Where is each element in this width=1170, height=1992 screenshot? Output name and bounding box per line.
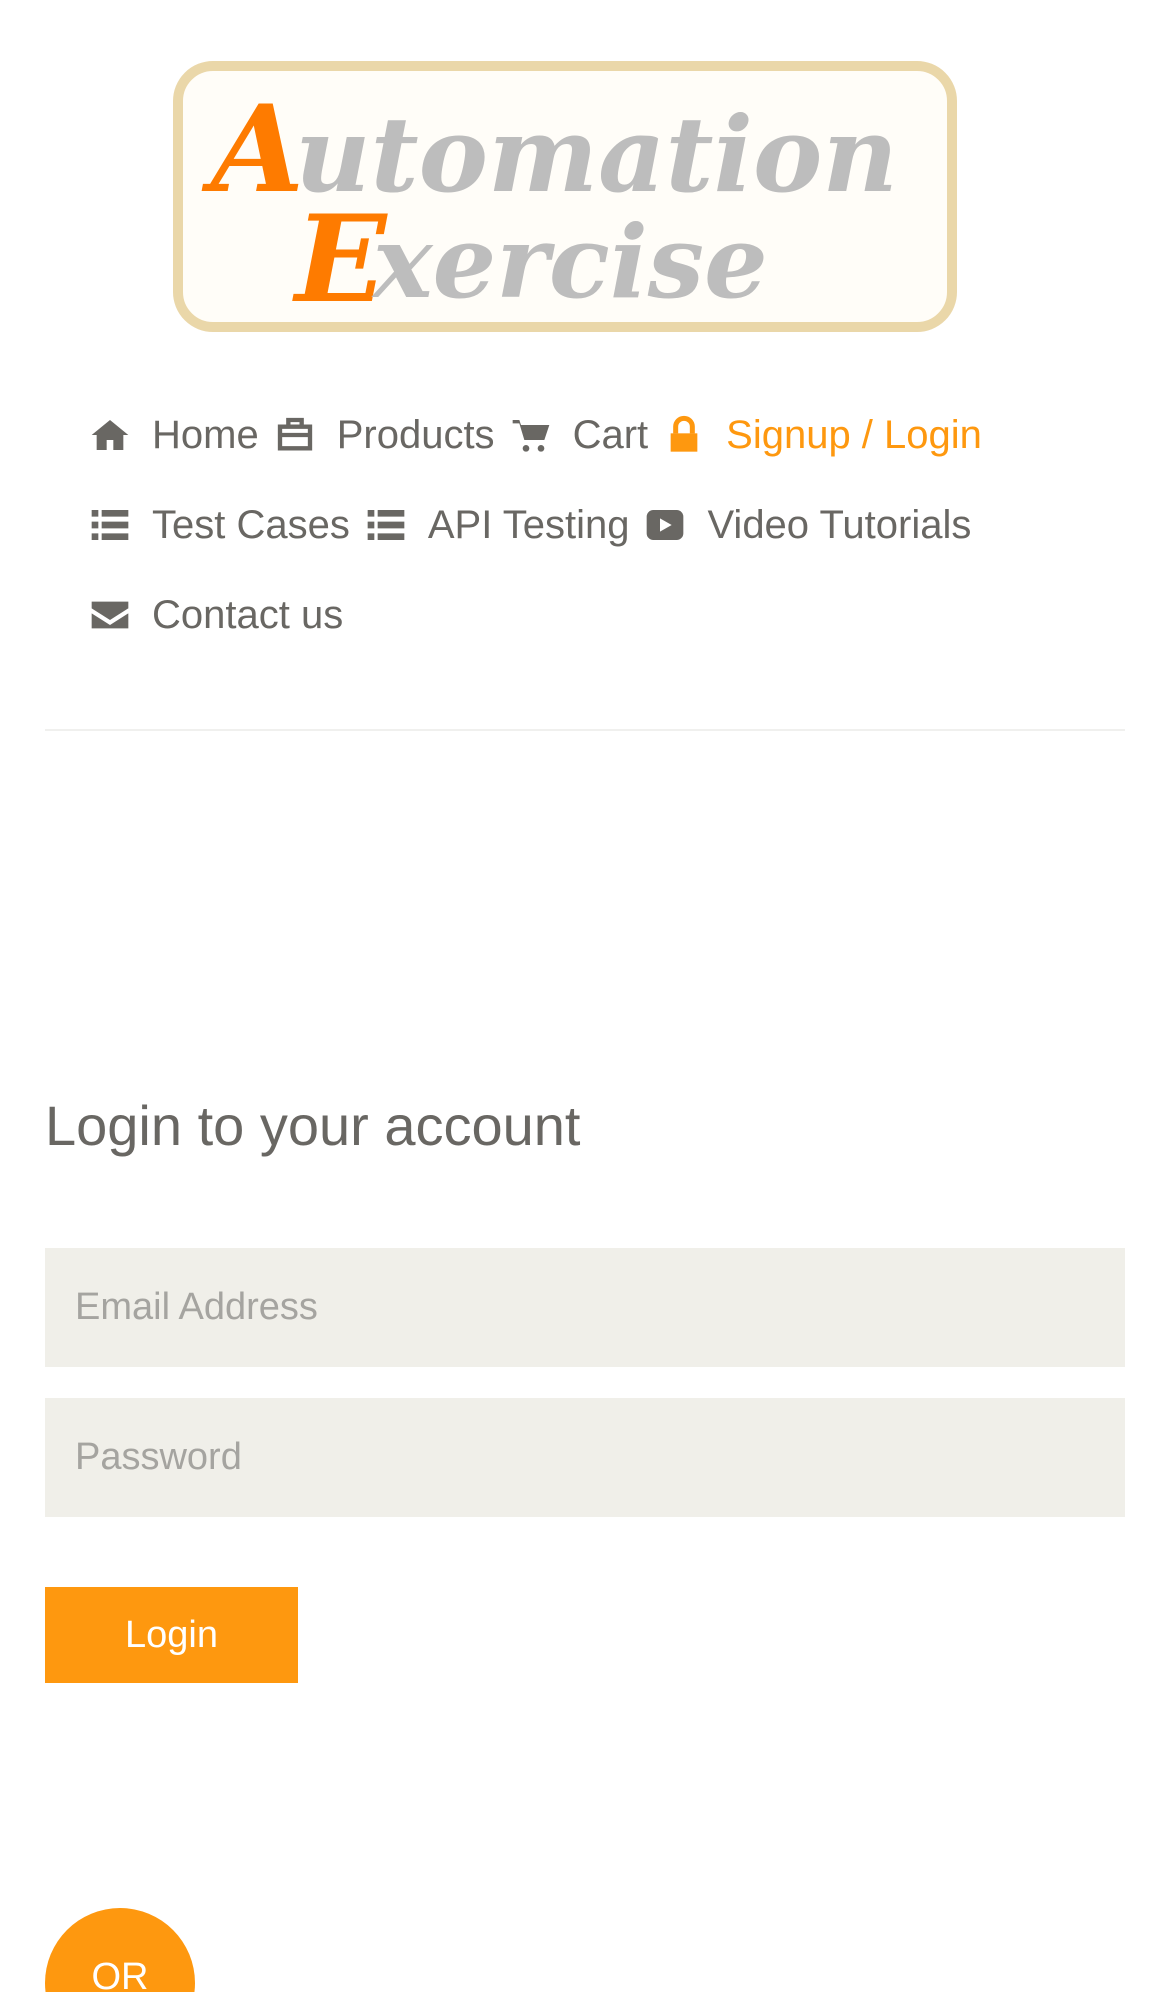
or-divider-badge: OR xyxy=(45,1908,195,1992)
lock-icon xyxy=(662,413,706,457)
nav-item-cart[interactable]: Cart xyxy=(509,412,649,458)
nav-item-label: Home xyxy=(152,412,259,457)
nav-item-label: Products xyxy=(336,412,495,457)
nav-item-label: Video Tutorials xyxy=(707,502,972,547)
login-title: Login to your account xyxy=(45,1094,581,1157)
nav-item-label: Test Cases xyxy=(152,502,350,547)
nav-item-home[interactable]: Home xyxy=(88,413,259,458)
site-logo[interactable]: A utomation E xercise xyxy=(173,61,957,332)
nav-item-api-testing[interactable]: API Testing xyxy=(364,502,630,548)
cart-icon xyxy=(509,413,553,457)
nav-row-2: Test Cases API Testing Video Tutorials xyxy=(88,490,985,560)
nav-item-label: API Testing xyxy=(427,502,630,547)
logo-artwork: A utomation E xercise xyxy=(201,79,898,322)
nav-item-label: Cart xyxy=(572,412,649,457)
nav-item-signup-login[interactable]: Signup / Login xyxy=(662,413,982,458)
logo-word-xercise: xercise xyxy=(371,203,768,321)
header-divider xyxy=(45,729,1125,731)
home-icon xyxy=(88,413,132,457)
email-field[interactable] xyxy=(45,1248,1125,1367)
briefcase-icon xyxy=(273,413,317,457)
list-icon xyxy=(364,503,408,547)
login-button[interactable]: Login xyxy=(45,1587,298,1683)
nav-item-test-cases[interactable]: Test Cases xyxy=(88,503,350,548)
nav-item-contact-us[interactable]: Contact us xyxy=(88,593,343,638)
nav-item-video-tutorials[interactable]: Video Tutorials xyxy=(643,503,971,548)
or-label: OR xyxy=(91,1956,149,1992)
nav-item-products[interactable]: Products xyxy=(273,413,495,458)
nav-row-3: Contact us xyxy=(88,580,357,650)
nav-row-1: Home Products Cart Signup / Login xyxy=(88,400,996,470)
list-icon xyxy=(88,503,132,547)
password-field[interactable] xyxy=(45,1398,1125,1517)
nav-item-label: Contact us xyxy=(152,592,344,637)
nav-item-label: Signup / Login xyxy=(726,412,982,457)
youtube-play-icon xyxy=(643,503,687,547)
page: A utomation E xercise Home Products Cart… xyxy=(0,0,1170,1992)
envelope-icon xyxy=(88,593,132,637)
logo-letter-a: A xyxy=(201,79,304,220)
